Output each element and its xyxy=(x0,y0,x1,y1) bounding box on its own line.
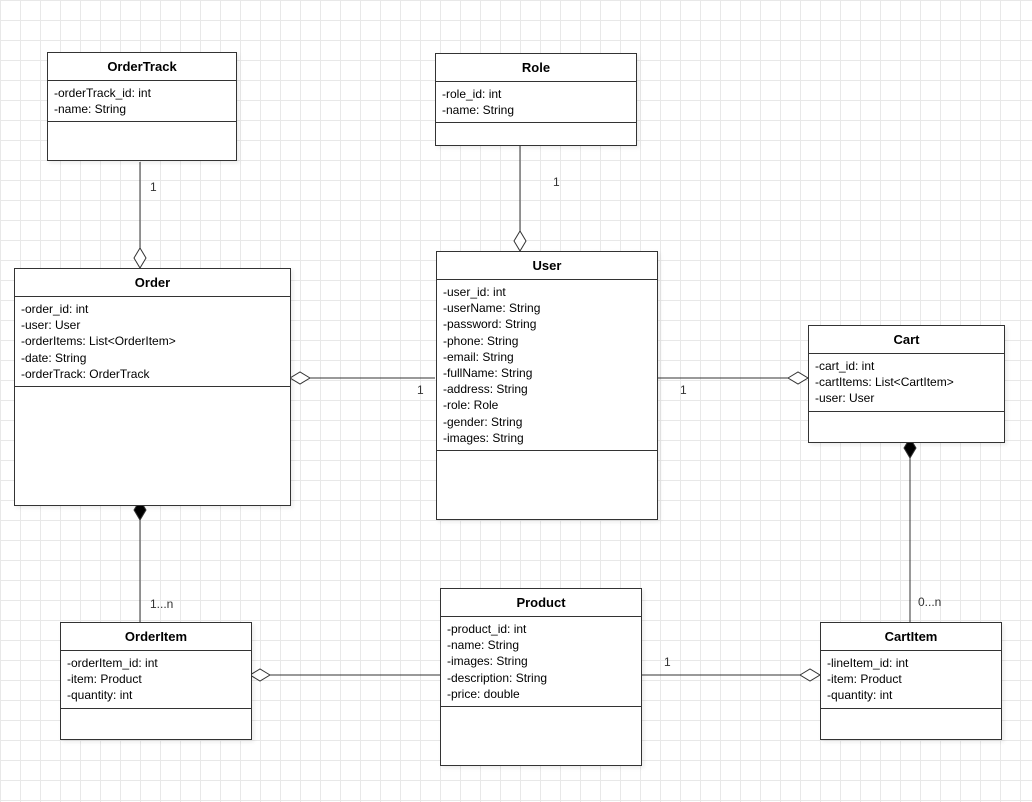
class-title: OrderItem xyxy=(61,623,251,651)
class-title: User xyxy=(437,252,657,280)
mult-user-cart: 1 xyxy=(680,383,687,397)
mult-cart-cartitem: 0...n xyxy=(918,595,941,609)
class-attributes: -orderTrack_id: int -name: String xyxy=(48,81,236,122)
class-OrderTrack[interactable]: OrderTrack -orderTrack_id: int -name: St… xyxy=(47,52,237,161)
class-attributes: -orderItem_id: int -item: Product -quant… xyxy=(61,651,251,709)
class-operations xyxy=(436,123,636,145)
class-operations xyxy=(15,387,290,505)
class-operations xyxy=(809,412,1004,442)
mult-ordertrack-order: 1 xyxy=(150,180,157,194)
class-User[interactable]: User -user_id: int -userName: String -pa… xyxy=(436,251,658,520)
class-CartItem[interactable]: CartItem -lineItem_id: int -item: Produc… xyxy=(820,622,1002,740)
class-OrderItem[interactable]: OrderItem -orderItem_id: int -item: Prod… xyxy=(60,622,252,740)
mult-product-orderitem: 1 xyxy=(664,655,671,669)
class-Cart[interactable]: Cart -cart_id: int -cartItems: List<Cart… xyxy=(808,325,1005,443)
class-attributes: -cart_id: int -cartItems: List<CartItem>… xyxy=(809,354,1004,412)
class-title: Order xyxy=(15,269,290,297)
mult-order-orderitem: 1...n xyxy=(150,597,173,611)
class-Role[interactable]: Role -role_id: int -name: String xyxy=(435,53,637,146)
class-title: Product xyxy=(441,589,641,617)
class-operations xyxy=(441,707,641,765)
class-attributes: -lineItem_id: int -item: Product -quanti… xyxy=(821,651,1001,709)
class-title: Role xyxy=(436,54,636,82)
class-operations xyxy=(437,451,657,519)
diagram-canvas: OrderTrack -orderTrack_id: int -name: St… xyxy=(0,0,1032,802)
class-attributes: -role_id: int -name: String xyxy=(436,82,636,123)
mult-role-user: 1 xyxy=(553,175,560,189)
class-attributes: -order_id: int -user: User -orderItems: … xyxy=(15,297,290,387)
class-operations xyxy=(821,709,1001,739)
class-attributes: -product_id: int -name: String -images: … xyxy=(441,617,641,707)
class-title: OrderTrack xyxy=(48,53,236,81)
class-operations xyxy=(48,122,236,160)
class-operations xyxy=(61,709,251,739)
mult-order-user: 1 xyxy=(417,383,424,397)
class-title: CartItem xyxy=(821,623,1001,651)
class-Order[interactable]: Order -order_id: int -user: User -orderI… xyxy=(14,268,291,506)
class-title: Cart xyxy=(809,326,1004,354)
class-attributes: -user_id: int -userName: String -passwor… xyxy=(437,280,657,451)
class-Product[interactable]: Product -product_id: int -name: String -… xyxy=(440,588,642,766)
